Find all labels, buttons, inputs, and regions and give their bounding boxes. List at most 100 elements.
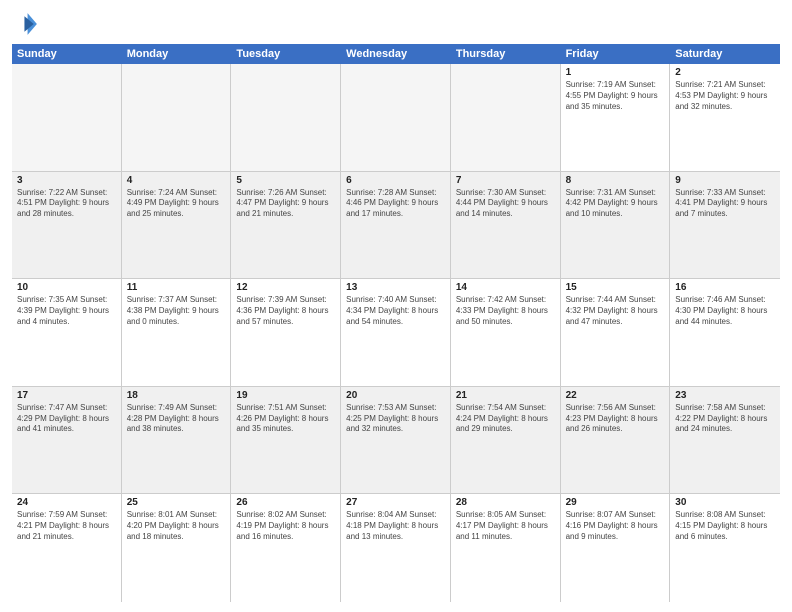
empty-cell [231,64,341,171]
day-detail: Sunrise: 7:44 AM Sunset: 4:32 PM Dayligh… [566,295,665,327]
day-cell-7: 7Sunrise: 7:30 AM Sunset: 4:44 PM Daylig… [451,172,561,279]
day-detail: Sunrise: 7:56 AM Sunset: 4:23 PM Dayligh… [566,403,665,435]
day-number: 18 [127,390,226,401]
day-cell-11: 11 Sunrise: 7:37 AM Sunset: 4:38 PM Dayli… [122,279,232,386]
week-row-1: 1 Sunrise: 7:19 AM Sunset: 4:55 PM Daylig… [12,64,780,172]
day-cell-19: 19 Sunrise: 7:51 AM Sunset: 4:26 PM Dayli… [231,387,341,494]
day-number: 16 [675,282,775,293]
day-number: 8 [566,175,665,186]
day-number: 11 [127,282,226,293]
day-number: 13 [346,282,445,293]
day-cell-26: 26 Sunrise: 8:02 AM Sunset: 4:19 PM Dayli… [231,494,341,602]
day-number: 7 [456,175,555,186]
week-row-3: 10Sunrise: 7:35 AM Sunset: 4:39 PM Dayli… [12,279,780,387]
day-number: 26 [236,497,335,508]
day-cell-23: 23 Sunrise: 7:58 AM Sunset: 4:22 PM Dayli… [670,387,780,494]
day-detail: Sunrise: 7:22 AM Sunset: 4:51 PM Dayligh… [17,188,116,220]
header [12,10,780,38]
day-number: 20 [346,390,445,401]
day-cell-13: 13 Sunrise: 7:40 AM Sunset: 4:34 PM Dayli… [341,279,451,386]
empty-cell [12,64,122,171]
day-number: 2 [675,67,775,78]
day-number: 12 [236,282,335,293]
day-detail: Sunrise: 7:49 AM Sunset: 4:28 PM Dayligh… [127,403,226,435]
day-number: 6 [346,175,445,186]
day-detail: Sunrise: 7:24 AM Sunset: 4:49 PM Dayligh… [127,188,226,220]
day-detail: Sunrise: 8:01 AM Sunset: 4:20 PM Dayligh… [127,510,226,542]
day-detail: Sunrise: 7:26 AM Sunset: 4:47 PM Dayligh… [236,188,335,220]
day-detail: Sunrise: 7:42 AM Sunset: 4:33 PM Dayligh… [456,295,555,327]
day-detail: Sunrise: 8:07 AM Sunset: 4:16 PM Dayligh… [566,510,665,542]
day-number: 22 [566,390,665,401]
day-detail: Sunrise: 7:54 AM Sunset: 4:24 PM Dayligh… [456,403,555,435]
page: SundayMondayTuesdayWednesdayThursdayFrid… [0,0,792,612]
day-detail: Sunrise: 8:05 AM Sunset: 4:17 PM Dayligh… [456,510,555,542]
day-cell-18: 18 Sunrise: 7:49 AM Sunset: 4:28 PM Dayli… [122,387,232,494]
day-number: 1 [566,67,665,78]
day-detail: Sunrise: 7:37 AM Sunset: 4:38 PM Dayligh… [127,295,226,327]
day-number: 4 [127,175,226,186]
day-detail: Sunrise: 7:40 AM Sunset: 4:34 PM Dayligh… [346,295,445,327]
header-day-tuesday: Tuesday [231,44,341,64]
day-number: 24 [17,497,116,508]
calendar-header: SundayMondayTuesdayWednesdayThursdayFrid… [12,44,780,64]
day-detail: Sunrise: 7:58 AM Sunset: 4:22 PM Dayligh… [675,403,775,435]
day-cell-29: 29 Sunrise: 8:07 AM Sunset: 4:16 PM Dayli… [561,494,671,602]
day-number: 29 [566,497,665,508]
day-detail: Sunrise: 7:19 AM Sunset: 4:55 PM Dayligh… [566,80,665,112]
logo-icon [12,10,40,38]
day-detail: Sunrise: 7:33 AM Sunset: 4:41 PM Dayligh… [675,188,775,220]
day-number: 19 [236,390,335,401]
day-cell-22: 22 Sunrise: 7:56 AM Sunset: 4:23 PM Dayli… [561,387,671,494]
day-number: 9 [675,175,775,186]
day-number: 27 [346,497,445,508]
day-detail: Sunrise: 8:08 AM Sunset: 4:15 PM Dayligh… [675,510,775,542]
day-number: 15 [566,282,665,293]
day-detail: Sunrise: 7:21 AM Sunset: 4:53 PM Dayligh… [675,80,775,112]
day-cell-9: 9 Sunrise: 7:33 AM Sunset: 4:41 PM Daylig… [670,172,780,279]
day-number: 28 [456,497,555,508]
day-cell-4: 4 Sunrise: 7:24 AM Sunset: 4:49 PM Daylig… [122,172,232,279]
header-day-monday: Monday [122,44,232,64]
empty-cell [341,64,451,171]
day-cell-21: 21 Sunrise: 7:54 AM Sunset: 4:24 PM Dayli… [451,387,561,494]
day-number: 5 [236,175,335,186]
day-cell-25: 25 Sunrise: 8:01 AM Sunset: 4:20 PM Dayli… [122,494,232,602]
day-detail: Sunrise: 7:39 AM Sunset: 4:36 PM Dayligh… [236,295,335,327]
day-detail: Sunrise: 7:59 AM Sunset: 4:21 PM Dayligh… [17,510,116,542]
header-day-saturday: Saturday [670,44,780,64]
day-cell-5: 5 Sunrise: 7:26 AM Sunset: 4:47 PM Daylig… [231,172,341,279]
day-cell-6: 6 Sunrise: 7:28 AM Sunset: 4:46 PM Daylig… [341,172,451,279]
day-number: 30 [675,497,775,508]
week-row-2: 3 Sunrise: 7:22 AM Sunset: 4:51 PM Daylig… [12,172,780,280]
day-cell-1: 1 Sunrise: 7:19 AM Sunset: 4:55 PM Daylig… [561,64,671,171]
day-detail: Sunrise: 7:46 AM Sunset: 4:30 PM Dayligh… [675,295,775,327]
day-cell-30: 30 Sunrise: 8:08 AM Sunset: 4:15 PM Dayli… [670,494,780,602]
day-detail: Sunrise: 7:51 AM Sunset: 4:26 PM Dayligh… [236,403,335,435]
day-number: 17 [17,390,116,401]
day-detail: Sunrise: 7:35 AM Sunset: 4:39 PM Dayligh… [17,295,116,327]
day-cell-15: 15 Sunrise: 7:44 AM Sunset: 4:32 PM Dayli… [561,279,671,386]
day-cell-28: 28 Sunrise: 8:05 AM Sunset: 4:17 PM Dayli… [451,494,561,602]
empty-cell [122,64,232,171]
day-number: 21 [456,390,555,401]
day-detail: Sunrise: 7:53 AM Sunset: 4:25 PM Dayligh… [346,403,445,435]
logo [12,10,44,38]
day-number: 3 [17,175,116,186]
calendar: SundayMondayTuesdayWednesdayThursdayFrid… [12,44,780,602]
day-number: 23 [675,390,775,401]
day-detail: Sunrise: 7:31 AM Sunset: 4:42 PM Dayligh… [566,188,665,220]
day-cell-14: 14 Sunrise: 7:42 AM Sunset: 4:33 PM Dayli… [451,279,561,386]
day-cell-3: 3 Sunrise: 7:22 AM Sunset: 4:51 PM Daylig… [12,172,122,279]
day-cell-24: 24 Sunrise: 7:59 AM Sunset: 4:21 PM Dayli… [12,494,122,602]
day-detail: Sunrise: 7:28 AM Sunset: 4:46 PM Dayligh… [346,188,445,220]
day-cell-8: 8 Sunrise: 7:31 AM Sunset: 4:42 PM Daylig… [561,172,671,279]
day-number: 25 [127,497,226,508]
day-cell-17: 17Sunrise: 7:47 AM Sunset: 4:29 PM Dayli… [12,387,122,494]
day-number: 14 [456,282,555,293]
week-row-5: 24 Sunrise: 7:59 AM Sunset: 4:21 PM Dayli… [12,494,780,602]
day-detail: Sunrise: 8:02 AM Sunset: 4:19 PM Dayligh… [236,510,335,542]
header-day-wednesday: Wednesday [341,44,451,64]
header-day-friday: Friday [561,44,671,64]
day-cell-27: 27Sunrise: 8:04 AM Sunset: 4:18 PM Dayli… [341,494,451,602]
